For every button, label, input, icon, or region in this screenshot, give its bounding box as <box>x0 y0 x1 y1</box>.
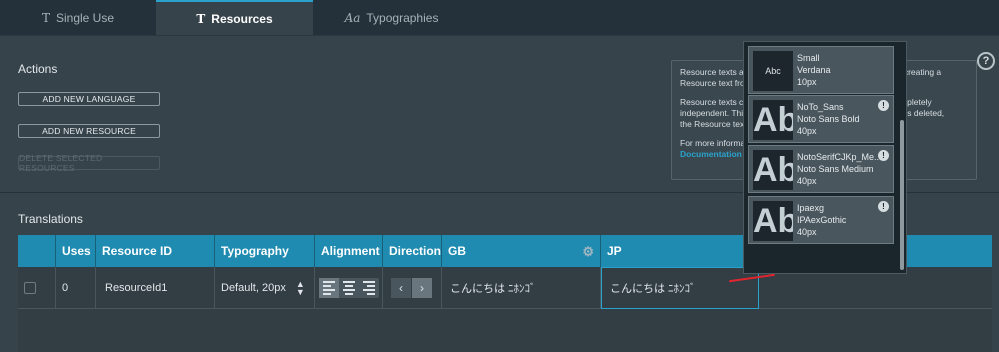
dropdown-item-typography[interactable]: Abc NoTo_Sans Noto Sans Bold 40px ! <box>748 95 894 143</box>
typography-info: Ipaexg IPAexGothic 40px <box>797 203 847 237</box>
dropdown-scrollbar[interactable] <box>900 120 904 270</box>
warning-icon: ! <box>878 201 889 212</box>
info-text: Resource texts ca <box>680 97 749 107</box>
direction-cell: ‹ › <box>383 267 442 309</box>
typography-preview: Abc <box>753 150 793 190</box>
text-icon: T <box>41 10 50 25</box>
tab-divider <box>0 35 999 36</box>
header-select <box>18 235 56 267</box>
resource-id-cell[interactable]: ResourceId1 <box>96 267 215 309</box>
header-uses[interactable]: Uses <box>56 235 96 267</box>
typography-preview: Abc <box>753 51 793 91</box>
tab-bar: T Single Use T Resources Aa Typographies <box>0 0 999 35</box>
uses-cell: 0 <box>56 267 96 309</box>
row-select-cell <box>18 267 56 309</box>
add-new-resource-button[interactable]: ADD NEW RESOURCE <box>18 124 160 138</box>
dropdown-item-typography[interactable]: Abc Small Verdana 10px <box>748 46 894 94</box>
info-text: the Resource text <box>680 119 747 129</box>
text-icon: T <box>196 11 206 26</box>
warning-icon: ! <box>878 100 889 111</box>
row-checkbox[interactable] <box>24 282 36 294</box>
tab-resources[interactable]: T Resources <box>156 0 313 35</box>
typography-cell[interactable]: Default, 20px ▲ ▼ <box>215 267 315 309</box>
header-direction[interactable]: Direction <box>383 235 442 267</box>
gb-text-cell[interactable]: こんにちは ﾆﾎﾝｺﾞ <box>442 267 601 309</box>
tab-typographies[interactable]: Aa Typographies <box>313 0 470 35</box>
typography-info: Small Verdana 10px <box>797 53 831 87</box>
dropdown-item-typography[interactable]: Abc NotoSerifCJKp_Me... Noto Sans Medium… <box>748 145 894 193</box>
table-body: 0 ResourceId1 Default, 20px ▲ ▼ ‹ › こんにち… <box>18 267 992 352</box>
warning-icon: ! <box>878 150 889 161</box>
info-text: For more informa <box>680 138 746 148</box>
translations-heading: Translations <box>18 212 83 226</box>
dropdown-item-typography[interactable]: Abc Ipaexg IPAexGothic 40px ! <box>748 196 894 244</box>
tab-label: Resources <box>211 11 273 26</box>
typography-dropdown: Abc Small Verdana 10px Abc NoTo_Sans Not… <box>743 41 907 274</box>
header-resource-id[interactable]: Resource ID <box>96 235 215 267</box>
delete-selected-resources-button[interactable]: DELETE SELECTED RESOURCES <box>18 153 160 173</box>
typography-value: Default, 20px <box>221 282 286 294</box>
gear-icon[interactable]: ⚙ <box>582 244 594 260</box>
direction-ltr-icon[interactable]: ‹ <box>391 278 411 298</box>
actions-heading: Actions <box>18 62 58 76</box>
typography-icon: Aa <box>344 10 361 25</box>
typography-info: NotoSerifCJKp_Me... Noto Sans Medium 40p… <box>797 152 882 186</box>
info-text: Resource text fro <box>680 78 745 88</box>
info-text: independent. Thi <box>680 108 744 118</box>
alignment-cell <box>315 267 383 309</box>
add-new-language-button[interactable]: ADD NEW LANGUAGE <box>18 92 160 106</box>
help-icon[interactable]: ? <box>977 52 995 70</box>
align-center-icon[interactable] <box>339 278 359 298</box>
direction-group: ‹ › <box>391 278 432 298</box>
header-language-gb[interactable]: GB ⚙ <box>442 235 601 267</box>
align-right-icon[interactable] <box>359 278 379 298</box>
info-text: Resource texts ar <box>680 67 747 77</box>
documentation-link[interactable]: Documentation <box>680 149 742 159</box>
tab-single-use[interactable]: T Single Use <box>0 0 156 35</box>
tab-label: Typographies <box>366 10 439 25</box>
header-gb-label: GB <box>448 244 466 258</box>
header-typography[interactable]: Typography <box>215 235 315 267</box>
header-alignment[interactable]: Alignment <box>315 235 383 267</box>
spinner-icon[interactable]: ▲ ▼ <box>296 280 305 297</box>
typography-info: NoTo_Sans Noto Sans Bold 40px <box>797 102 860 136</box>
tab-label: Single Use <box>55 10 115 25</box>
typography-preview: Abc <box>753 201 793 241</box>
jp-text-cell[interactable]: こんにちは ﾆﾎﾝｺﾞ <box>601 267 759 309</box>
alignment-group <box>319 278 379 298</box>
align-left-icon[interactable] <box>319 278 339 298</box>
typography-preview: Abc <box>753 100 793 140</box>
direction-rtl-icon[interactable]: › <box>412 278 432 298</box>
